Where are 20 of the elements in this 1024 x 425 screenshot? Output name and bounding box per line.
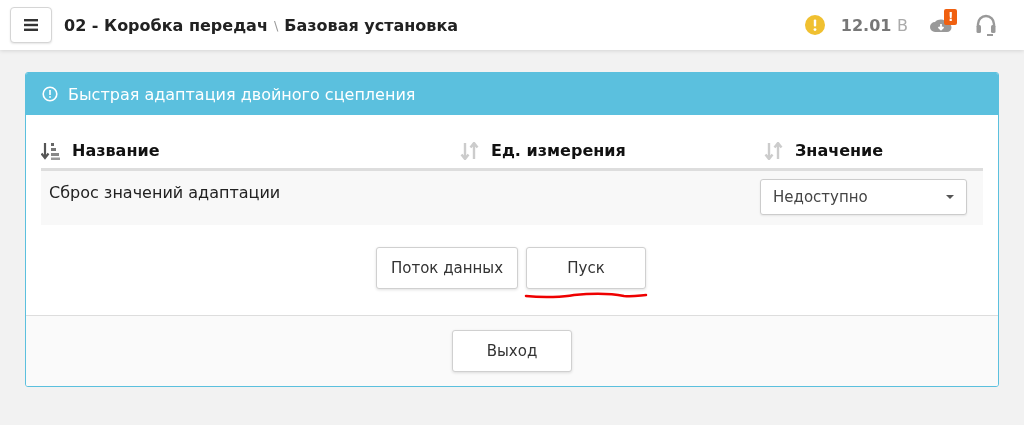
- breadcrumb-separator: \: [273, 17, 279, 33]
- column-header[interactable]: Значение: [760, 133, 983, 168]
- value-dropdown[interactable]: Недоступно: [760, 179, 967, 215]
- column-header[interactable]: Название: [41, 133, 456, 168]
- action-button[interactable]: Пуск: [526, 247, 647, 289]
- table-cell-text: Сброс значений адаптации: [48, 182, 282, 204]
- menu-icon: [24, 19, 38, 31]
- action-button[interactable]: Поток данных: [375, 247, 519, 289]
- panel-title: Быстрая адаптация двойного сцепления: [68, 84, 416, 104]
- column-header[interactable]: Ед. измерения: [456, 133, 760, 168]
- voltage-reading: 12.01 В: [840, 15, 908, 35]
- headset-icon[interactable]: [976, 14, 996, 36]
- info-icon: [42, 86, 58, 102]
- breadcrumb-item: Базовая установка: [284, 15, 459, 35]
- breadcrumb-item: 02 - Коробка передач: [64, 15, 268, 35]
- menu-button[interactable]: [10, 7, 52, 43]
- warning-icon: [804, 15, 825, 35]
- caret-icon: [946, 195, 954, 199]
- exit-button[interactable]: Выход: [452, 330, 572, 372]
- alert-badge: !: [944, 9, 958, 25]
